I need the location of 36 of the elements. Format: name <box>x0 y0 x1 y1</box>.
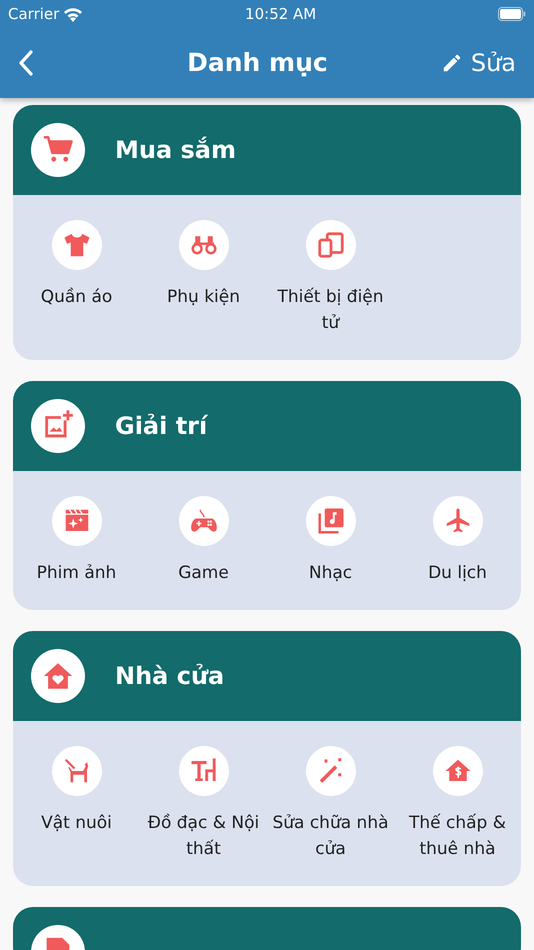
back-button[interactable] <box>18 50 34 76</box>
battery-icon <box>498 7 526 21</box>
house-dollar-icon[interactable] <box>432 746 482 796</box>
category-item[interactable]: Nhạc <box>308 560 352 586</box>
devices-icon[interactable] <box>306 220 356 270</box>
category-item[interactable]: Vật nuôi <box>41 810 112 836</box>
screen-title: Danh mục <box>187 47 328 80</box>
music-library-icon[interactable] <box>306 496 356 546</box>
add-image-icon <box>31 399 85 453</box>
clapperboard-icon[interactable] <box>52 496 102 546</box>
category-title: Mua sắm <box>115 135 236 166</box>
category-item[interactable]: Phụ kiện <box>166 284 240 310</box>
category-item[interactable]: Sửa chữa nhà cửa <box>267 810 394 862</box>
table-chair-icon[interactable] <box>178 746 228 796</box>
gamepad-icon[interactable] <box>178 496 228 546</box>
category-header[interactable]: Giải trí <box>13 381 521 471</box>
airplane-icon[interactable] <box>432 496 482 546</box>
edit-button[interactable]: Sửa <box>440 45 516 81</box>
carrier-label: Carrier <box>8 4 60 25</box>
category-item[interactable]: Phim ảnh <box>36 560 116 586</box>
category-item[interactable]: Game <box>178 560 229 586</box>
category-item[interactable]: Quần áo <box>40 284 112 310</box>
category-item[interactable]: Đồ đạc & Nội thất <box>140 810 267 862</box>
tshirt-icon[interactable] <box>52 220 102 270</box>
clock-time: 10:52 AM <box>245 4 316 25</box>
magic-wand-icon[interactable] <box>306 746 356 796</box>
binoculars-icon[interactable] <box>178 220 228 270</box>
category-title: Giải trí <box>115 411 208 442</box>
wifi-icon <box>63 6 84 22</box>
category-header[interactable]: Nhà cửa <box>13 631 521 721</box>
category-header[interactable]: Mua sắm <box>13 105 521 195</box>
category-title: Nhà cửa <box>115 661 224 692</box>
cart-icon <box>31 123 85 177</box>
category-item[interactable]: Thế chấp & thuê nhà <box>394 810 521 862</box>
category-item[interactable]: Thiết bị điện tử <box>267 284 394 336</box>
category-item[interactable]: Du lịch <box>428 560 487 586</box>
